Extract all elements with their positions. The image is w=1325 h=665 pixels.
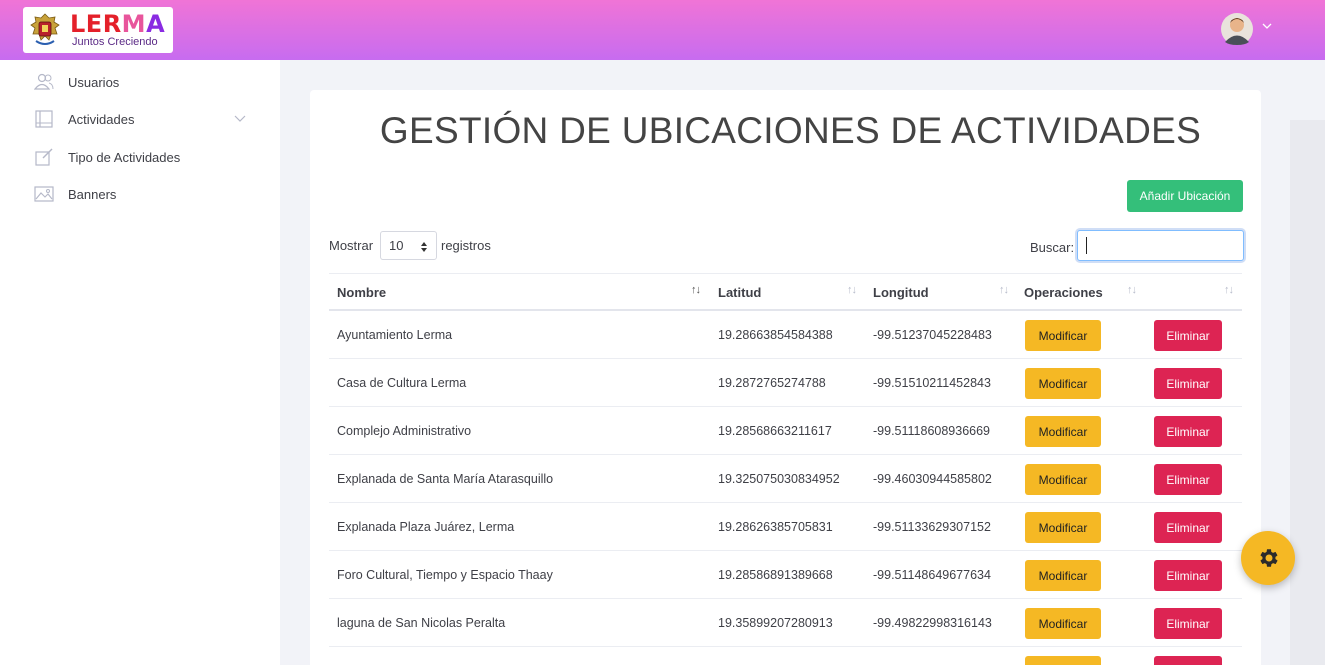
length-label-suffix: registros xyxy=(441,238,491,253)
cell-latitud: 19.35899207280913 xyxy=(718,616,833,630)
delete-button[interactable]: Eliminar xyxy=(1154,320,1222,351)
cell-latitud: 19.28626385705831 xyxy=(718,520,833,534)
cell-longitud: -99.46030944585802 xyxy=(873,472,992,486)
delete-button[interactable]: Eliminar xyxy=(1154,608,1222,639)
cell-latitud: 19.2872765274788 xyxy=(718,376,826,390)
users-icon xyxy=(34,73,54,90)
sidebar-item-usuarios[interactable]: Usuarios xyxy=(0,64,280,100)
column-header-longitud[interactable]: Longitud xyxy=(873,285,929,300)
table-row: laguna de San Nicolas Peralta 19.3589920… xyxy=(329,599,1242,647)
cell-nombre: Explanada Plaza Juárez, Lerma xyxy=(337,520,515,534)
cell-nombre: Foro Cultural, Tiempo y Espacio Thaay xyxy=(337,568,553,582)
table-row: Explanada de Santa María Atarasquillo 19… xyxy=(329,455,1242,503)
cell-latitud: 19.28663854584388 xyxy=(718,328,833,342)
sort-icon[interactable]: ↑↓ xyxy=(847,284,857,296)
modify-button[interactable]: Modificar xyxy=(1025,416,1101,447)
sidebar-item-banners[interactable]: Banners xyxy=(0,176,280,212)
cell-longitud: -99.51118608936669 xyxy=(873,424,991,438)
text-caret xyxy=(1086,237,1087,254)
user-avatar-icon[interactable] xyxy=(1221,13,1253,45)
modify-button[interactable]: Modificar xyxy=(1025,560,1101,591)
brand-subtitle: Juntos Creciendo xyxy=(72,36,158,48)
table-row xyxy=(329,647,1242,665)
table-row: Ayuntamiento Lerma 19.28663854584388 -99… xyxy=(329,311,1242,359)
cell-longitud: -99.49822998316143 xyxy=(873,616,992,630)
page-length-select[interactable]: 10 xyxy=(380,231,437,260)
cell-longitud: -99.51510211452843 xyxy=(873,376,991,390)
table-row: Complejo Administrativo 19.2856866321161… xyxy=(329,407,1242,455)
table-row: Foro Cultural, Tiempo y Espacio Thaay 19… xyxy=(329,551,1242,599)
search-label: Buscar: xyxy=(1030,240,1075,255)
sort-icon[interactable]: ↑↓ xyxy=(1127,284,1137,296)
coat-of-arms-icon xyxy=(30,13,60,45)
delete-button[interactable]: Eliminar xyxy=(1154,464,1222,495)
cell-nombre: Ayuntamiento Lerma xyxy=(337,328,453,342)
sort-icon[interactable]: ↑↓ xyxy=(999,284,1009,296)
cell-latitud: 19.28568663211617 xyxy=(718,424,832,438)
cell-nombre: Casa de Cultura Lerma xyxy=(337,376,467,390)
modify-button[interactable]: Modificar xyxy=(1025,464,1101,495)
delete-button[interactable] xyxy=(1154,656,1222,665)
cell-nombre: laguna de San Nicolas Peralta xyxy=(337,616,506,630)
chevron-down-icon[interactable] xyxy=(1262,22,1272,30)
cell-longitud: -99.51237045228483 xyxy=(873,328,992,342)
table-header: Nombre ↑↓ Latitud ↑↓ Longitud ↑↓ Operaci… xyxy=(329,273,1242,311)
delete-button[interactable]: Eliminar xyxy=(1154,560,1222,591)
delete-button[interactable]: Eliminar xyxy=(1154,368,1222,399)
cell-latitud: 19.325075030834952 xyxy=(718,472,840,486)
sort-icon[interactable]: ↑↓ xyxy=(1224,284,1234,296)
cell-nombre: Complejo Administrativo xyxy=(337,424,472,438)
delete-button[interactable]: Eliminar xyxy=(1154,512,1222,543)
page-title: GESTIÓN DE UBICACIONES DE ACTIVIDADES xyxy=(379,110,1202,151)
sort-arrows-icon xyxy=(421,242,427,252)
settings-fab-button[interactable] xyxy=(1241,531,1295,585)
sidebar-item-label: Banners xyxy=(68,186,117,202)
cell-nombre: Explanada de Santa María Atarasquillo xyxy=(337,472,554,486)
page-length-value: 10 xyxy=(389,238,404,253)
modify-button[interactable]: Modificar xyxy=(1025,512,1101,543)
brand-logo[interactable]: LERMA Juntos Creciendo xyxy=(23,7,173,53)
search-input[interactable] xyxy=(1077,230,1244,261)
table-row: Casa de Cultura Lerma 19.2872765274788 -… xyxy=(329,359,1242,407)
cell-longitud: -99.51133629307152 xyxy=(873,520,991,534)
table-row: Explanada Plaza Juárez, Lerma 19.2862638… xyxy=(329,503,1242,551)
modify-button[interactable]: Modificar xyxy=(1025,320,1101,351)
content-background xyxy=(1290,120,1325,665)
column-header-latitud[interactable]: Latitud xyxy=(718,285,761,300)
column-header-operaciones[interactable]: Operaciones xyxy=(1024,285,1103,300)
image-icon xyxy=(34,186,54,202)
modify-button[interactable]: Modificar xyxy=(1025,368,1101,399)
gear-icon xyxy=(1260,549,1278,567)
sidebar-item-label: Usuarios xyxy=(68,74,120,90)
sort-asc-icon[interactable]: ↑↓ xyxy=(691,284,701,296)
modify-button[interactable] xyxy=(1025,656,1101,665)
modify-button[interactable]: Modificar xyxy=(1025,608,1101,639)
cell-latitud: 19.28586891389668 xyxy=(718,568,833,582)
delete-button[interactable]: Eliminar xyxy=(1154,416,1222,447)
table-body: Ayuntamiento Lerma 19.28663854584388 -99… xyxy=(329,311,1242,665)
add-location-button[interactable]: Añadir Ubicación xyxy=(1127,180,1243,212)
length-label: Mostrar xyxy=(329,238,374,253)
cell-longitud: -99.51148649677634 xyxy=(873,568,991,582)
column-header-nombre[interactable]: Nombre xyxy=(337,285,386,300)
brand-title: LERMA xyxy=(70,10,166,38)
locations-table: Nombre ↑↓ Latitud ↑↓ Longitud ↑↓ Operaci… xyxy=(329,273,1242,665)
top-bar: LERMA Juntos Creciendo xyxy=(0,0,1325,60)
